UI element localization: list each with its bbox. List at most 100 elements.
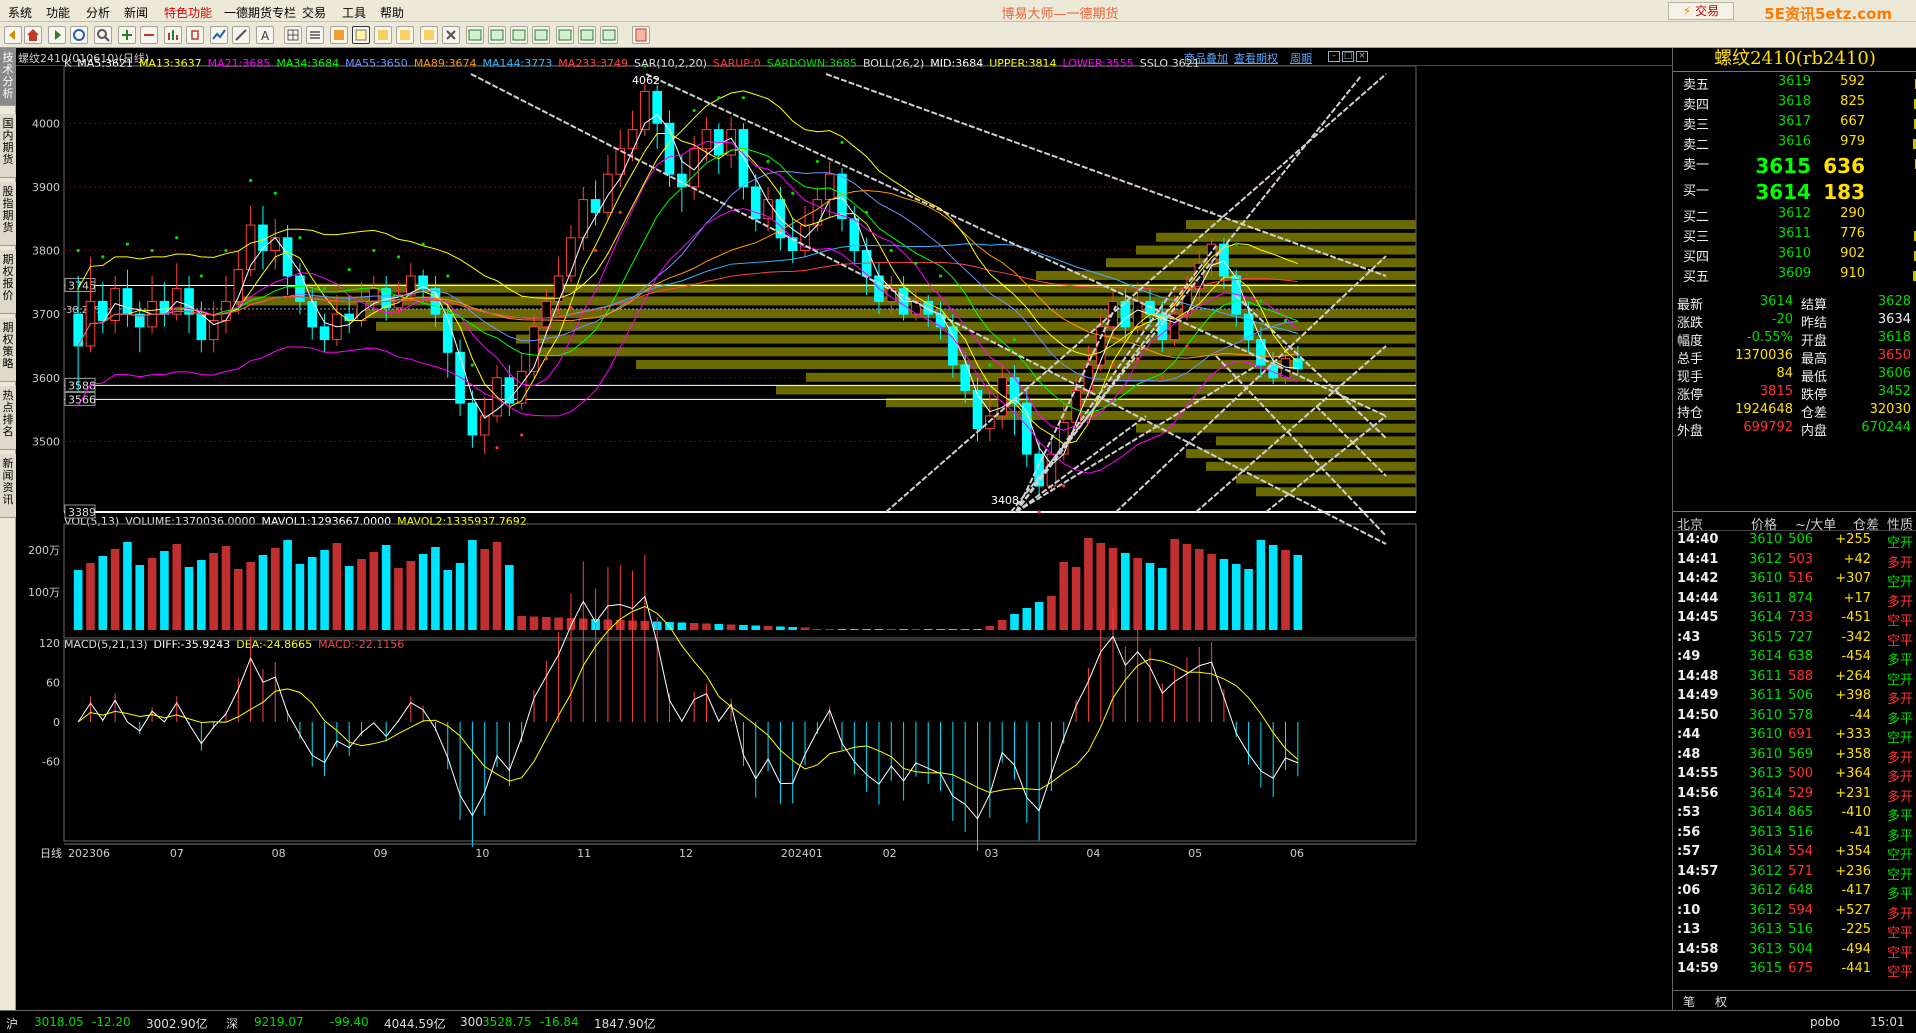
tick-price: 3615 [1749,961,1783,976]
tick-nature: 空开 [1886,575,1913,590]
stat-value: 3614 [1759,294,1793,309]
tab-rights[interactable]: 权 [1715,993,1727,1010]
menu-news[interactable]: 新闻 [124,4,148,21]
minute-15-icon[interactable] [510,26,528,44]
tab-trades[interactable]: 笔 [1683,993,1695,1010]
tick-diff: -41 [1849,824,1871,840]
tab-news[interactable]: 新闻资讯 [0,454,16,518]
home-icon[interactable] [24,26,42,44]
left-tab-bar: 技术分析 国内期货 股指期货 期权报价 期权策略 热点排名 新闻资讯 [0,48,16,1010]
tick-diff: +231 [1835,785,1871,801]
trade-button[interactable]: ⚡ 交易 [1668,2,1734,20]
stat-value: 32030 [1869,402,1911,417]
menu-tools[interactable]: 工具 [342,4,366,21]
draw-line-icon[interactable] [232,26,250,44]
options-link[interactable]: 查看期权 [1234,50,1278,66]
tick-diff: +364 [1835,766,1871,781]
tick-time: 14:57 [1677,863,1719,879]
minimize-icon[interactable]: – [1328,51,1340,62]
tick-diff: +358 [1835,746,1871,762]
macd-axis-label: 0 [53,716,60,729]
tab-option-quotes[interactable]: 期权报价 [0,250,16,314]
chart-area[interactable]: 螺纹2410(010610)(日线) 商品叠加 查看期权 周期 – □ × KM… [16,48,1672,1010]
menu-trade[interactable]: 交易 [302,4,326,21]
tab-domestic-futures[interactable]: 国内期货 [0,114,16,178]
orderbook-label: 卖二 [1683,138,1710,153]
stat-value: 3606 [1877,366,1911,381]
tab-technical-analysis[interactable]: 技术分析 [0,48,16,106]
candle-body [750,186,761,220]
sar-dot [717,96,721,100]
month-period-icon[interactable] [396,26,414,44]
text-icon[interactable]: A [256,26,274,44]
orderbook-volume: 902 [1840,246,1865,261]
list-icon[interactable] [306,26,324,44]
stat-label: 涨跌 [1677,316,1704,331]
menu-system[interactable]: 系统 [8,4,32,21]
indicator-icon[interactable] [330,26,348,44]
sar-dot [914,261,918,265]
orderbook-price: 3617 [1777,114,1811,129]
search-icon[interactable] [94,26,112,44]
menu-special[interactable]: 特色功能 [164,4,212,21]
sar-dot [1037,510,1041,514]
volume-bar [960,629,970,630]
minute-240-icon[interactable] [600,26,618,44]
minute-1-icon[interactable] [466,26,484,44]
line-chart-icon[interactable] [210,26,228,44]
volume-bar [184,567,194,630]
y-tick-label: 3900 [32,181,60,194]
volume-bar [431,547,440,630]
volume-bar [480,549,490,630]
sar-dot [249,178,253,183]
zoom-in-icon[interactable] [118,26,136,44]
menu-function[interactable]: 功能 [46,4,70,21]
candle-icon[interactable] [186,26,204,44]
menu-analysis[interactable]: 分析 [86,4,110,21]
sar-dot [347,267,351,272]
forward-icon[interactable] [48,26,66,44]
stat-value: 3628 [1877,294,1911,309]
tick-volume: 675 [1788,961,1813,976]
season-period-icon[interactable] [420,26,438,44]
tick-diff: +264 [1835,668,1871,684]
cross-icon[interactable] [442,26,460,44]
minute-60-icon[interactable] [556,26,574,44]
minute-30-icon[interactable] [532,26,550,44]
week-period-icon[interactable] [374,26,392,44]
close-icon[interactable]: × [1356,51,1368,62]
tab-option-strategy[interactable]: 期权策略 [0,318,16,382]
sar-dot [199,274,203,278]
back-icon[interactable] [4,26,22,44]
refresh-icon[interactable] [70,26,88,44]
tick-nature: 空平 [1886,965,1913,980]
menu-help[interactable]: 帮助 [380,4,404,21]
bar-chart-icon[interactable] [164,26,182,44]
volume-bar [332,543,342,630]
orderbook-volume: 592 [1840,74,1865,89]
grid-icon[interactable] [284,26,302,44]
level-label: 3588 [68,379,96,392]
kline-chart[interactable]: 4000390038003700360035003745358835663389… [16,66,1672,1010]
zoom-out-icon[interactable] [140,26,158,44]
calculator-icon[interactable] [632,26,650,44]
minute-120-icon[interactable] [578,26,596,44]
volume-bar [1219,559,1229,630]
tick-time: :43 [1677,629,1701,645]
tab-index-futures[interactable]: 股指期货 [0,182,16,246]
period-link[interactable]: 周期 [1290,50,1312,66]
sar-dot [1160,376,1164,380]
tick-nature: 多开 [1886,692,1913,707]
candle-body [1256,339,1266,366]
toolbar: A [0,22,1916,48]
volume-bar [1170,539,1179,630]
volume-bar [344,566,354,630]
menu-yide-column[interactable]: 一德期货专栏 [224,4,296,21]
day-period-icon[interactable] [352,26,370,44]
tick-row[interactable]: 14:59 3615 675 -441 空平 [1673,961,1916,983]
orderbook-price: 3612 [1777,206,1811,221]
restore-icon[interactable]: □ [1342,51,1354,62]
minute-5-icon[interactable] [488,26,506,44]
tab-hot-ranking[interactable]: 热点排名 [0,386,16,450]
tick-nature: 多平 [1886,711,1913,727]
